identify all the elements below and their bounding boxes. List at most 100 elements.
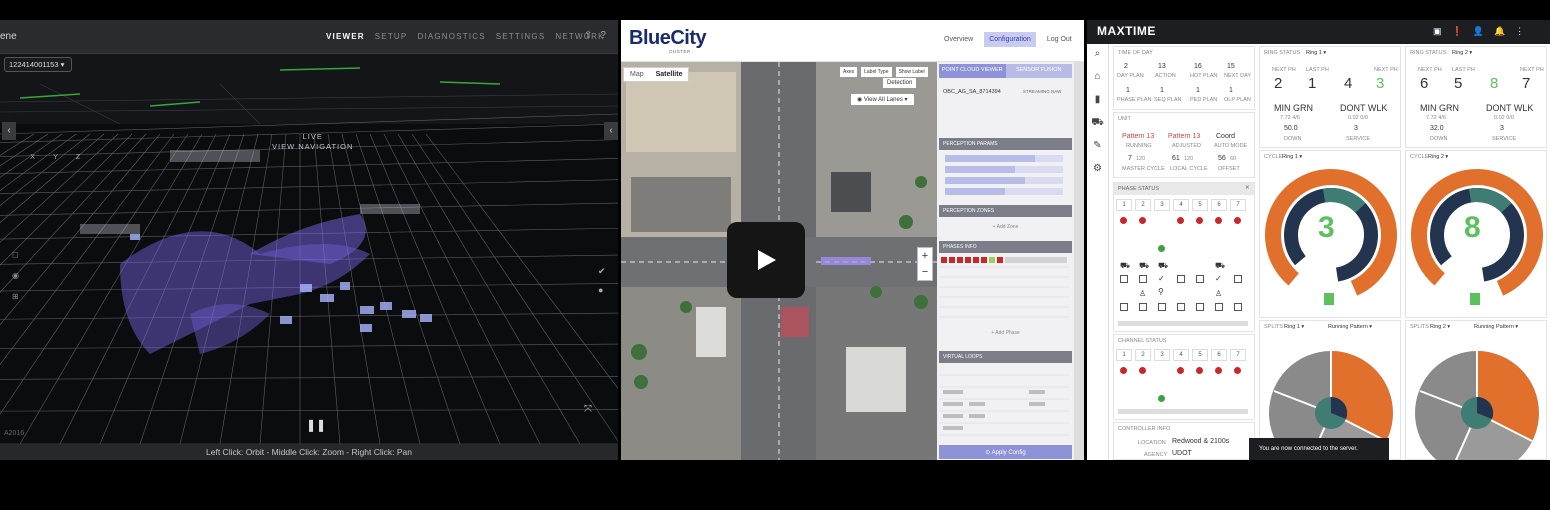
ring2-min-grn-sub: 7.72 4/6 xyxy=(1426,115,1446,121)
phase-1-checkbox[interactable] xyxy=(1120,275,1128,283)
sensor-select[interactable]: 122414001153 ▾ xyxy=(4,57,72,72)
chart-icon[interactable]: ▮ xyxy=(1087,90,1108,113)
phase-6-check-icon[interactable]: ✓ xyxy=(1215,274,1222,283)
tab-sensor-fusion[interactable]: SENSOR FUSION xyxy=(1005,64,1072,78)
nav-viewer[interactable]: VIEWER xyxy=(326,32,365,41)
perception-params-sliders[interactable] xyxy=(939,152,1072,200)
collapse-left-icon[interactable]: ‹ xyxy=(2,122,16,140)
collapse-right-icon[interactable]: ‹ xyxy=(604,122,618,140)
zoom-in-icon[interactable]: + xyxy=(918,248,932,264)
section-virtual-loops[interactable]: VIRTUAL LOOPS xyxy=(939,351,1072,363)
section-phases-info[interactable]: PHASES INFO xyxy=(939,241,1072,253)
zoom-out-icon[interactable]: − xyxy=(918,264,932,280)
ped-3-checkbox[interactable] xyxy=(1158,303,1166,311)
notifications-icon[interactable]: 🔔 xyxy=(1494,26,1505,37)
video-play-button[interactable] xyxy=(727,222,805,298)
unit-offset-label: OFFSET xyxy=(1218,166,1240,172)
label-type-toggle[interactable]: Label Type xyxy=(860,66,893,78)
ped-5-checkbox[interactable] xyxy=(1196,303,1204,311)
layer-icon[interactable]: ◻ xyxy=(12,250,19,259)
grid-icon[interactable]: ⊞ xyxy=(12,292,19,301)
dot-icon[interactable]: ● xyxy=(598,285,606,295)
ring1-val1-label: DOWN xyxy=(1284,136,1302,142)
ring1-cycle-select[interactable]: Ring 1 ▾ xyxy=(1282,154,1302,160)
ring1-dont-wlk: DONT WLK xyxy=(1340,103,1388,113)
nav-overview[interactable]: Overview xyxy=(939,32,978,47)
ped-6-checkbox[interactable] xyxy=(1215,303,1223,311)
phases-table[interactable] xyxy=(939,255,1072,325)
phase-5-checkbox[interactable] xyxy=(1196,275,1204,283)
nav-logout[interactable]: Log Out xyxy=(1042,32,1077,47)
ring2-splits-pattern-select[interactable]: Running Pattern ▾ xyxy=(1474,324,1518,330)
ring2-min-grn: MIN GRN xyxy=(1420,103,1459,113)
phase-status-scrollbar[interactable] xyxy=(1118,321,1248,326)
section-perception-params[interactable]: PERCEPTION PARAMS xyxy=(939,138,1072,150)
car-icon[interactable]: ⛟ xyxy=(1087,113,1108,136)
phase-2-checkbox[interactable] xyxy=(1139,275,1147,283)
ped-1-checkbox[interactable] xyxy=(1120,303,1128,311)
ring2-cycle-select[interactable]: Ring 2 ▾ xyxy=(1428,154,1448,160)
ring1-val2: 3 xyxy=(1354,125,1358,132)
map-tab-map[interactable]: Map xyxy=(624,68,650,81)
nav-setup[interactable]: SETUP xyxy=(375,32,408,41)
show-label-toggle[interactable]: Show Label xyxy=(894,66,929,78)
nav-diagnostics[interactable]: DIAGNOSTICS xyxy=(417,32,485,41)
phase-7-checkbox[interactable] xyxy=(1234,275,1242,283)
detection-toggle[interactable]: Detection xyxy=(883,78,917,88)
map-tab-satellite[interactable]: Satellite xyxy=(650,68,689,81)
ring2-dont-wlk-sub: 0.02 0/0 xyxy=(1494,115,1514,121)
virtual-loops-table[interactable] xyxy=(939,365,1072,441)
channel-status-scrollbar[interactable] xyxy=(1118,409,1248,414)
ring1-last-ph-label: LAST PH xyxy=(1306,67,1329,73)
phase-number-2: 2 xyxy=(1135,199,1151,211)
add-zone-button[interactable]: + Add Zone xyxy=(939,221,1072,233)
ring2-splits-ring-select[interactable]: Ring 2 ▾ xyxy=(1430,324,1450,330)
ring2-val2-label: SERVICE xyxy=(1492,136,1517,142)
camera-icon[interactable]: ◉ xyxy=(12,271,19,280)
ring2-select[interactable]: Ring 2 ▾ xyxy=(1452,50,1472,56)
zoom-control[interactable]: + − xyxy=(917,247,933,281)
tab-point-cloud-viewer[interactable]: POINT CLOUD VIEWER xyxy=(939,64,1006,78)
upload-icon[interactable]: ⇪ xyxy=(584,30,592,41)
search-icon[interactable]: ⌕ xyxy=(1087,44,1108,67)
home-icon[interactable]: ⌂ xyxy=(1087,67,1108,90)
pause-icon[interactable]: ❚❚ xyxy=(306,418,326,432)
more-icon[interactable]: ⋮ xyxy=(1515,26,1524,37)
nav-settings[interactable]: SETTINGS xyxy=(496,32,546,41)
user-icon[interactable]: 👤 xyxy=(1473,26,1484,37)
ring2-next-ph2-label: NEXT PH xyxy=(1520,67,1544,73)
apply-config-button[interactable]: ⊙ Apply Config xyxy=(939,445,1072,459)
panel-scrollbar[interactable] xyxy=(1074,62,1084,460)
phase-status-close-icon[interactable]: ✕ xyxy=(1245,185,1250,191)
vehicle-icon-3: ⛟ xyxy=(1158,261,1169,270)
add-phase-button[interactable]: + Add Phase xyxy=(939,327,1072,339)
satellite-map[interactable]: Map Satellite Axes Label Type Show Label… xyxy=(621,62,937,460)
nav-configuration[interactable]: Configuration xyxy=(984,32,1036,47)
save-icon[interactable]: ▣ xyxy=(1433,26,1442,37)
unit-master-cycle-label: MASTER CYCLE xyxy=(1122,166,1165,172)
help-icon[interactable]: ? xyxy=(600,30,606,41)
gear-icon[interactable]: ⚙ xyxy=(1087,159,1108,182)
ring1-splits-pattern-select[interactable]: Running Pattern ▾ xyxy=(1328,324,1372,330)
axes-toggle[interactable]: Axes xyxy=(839,66,859,78)
ped-7-checkbox[interactable] xyxy=(1234,303,1242,311)
ring1-select[interactable]: Ring 1 ▾ xyxy=(1306,50,1326,56)
ring1-splits-label: SPLITS xyxy=(1264,324,1283,330)
point-cloud-scene[interactable] xyxy=(0,54,618,444)
ring1-splits-ring-select[interactable]: Ring 1 ▾ xyxy=(1284,324,1304,330)
live-label: LIVE xyxy=(302,132,323,141)
phase-3-check-icon[interactable]: ✓ xyxy=(1158,274,1165,283)
wrench-icon[interactable]: ✎ xyxy=(1087,136,1108,159)
ped-4-checkbox[interactable] xyxy=(1177,303,1185,311)
config-panel: POINT CLOUD VIEWER SENSOR FUSION OBC_AG_… xyxy=(937,62,1074,460)
unit-adjusted-label: ADJUSTED xyxy=(1172,143,1202,149)
ring1-next-ph-label: NEXT PH xyxy=(1272,67,1296,73)
check-circle-icon[interactable]: ✔ xyxy=(598,266,606,277)
section-perception-zones[interactable]: PERCEPTION ZONES xyxy=(939,205,1072,217)
view-all-lanes-select[interactable]: ◉ View All Lanes ▾ xyxy=(850,93,915,106)
phase-4-checkbox[interactable] xyxy=(1177,275,1185,283)
ped-2-checkbox[interactable] xyxy=(1139,303,1147,311)
alert-icon[interactable]: ❗ xyxy=(1452,26,1463,37)
streaming-toggle[interactable]: STREAMING RAW xyxy=(1023,89,1061,94)
fullscreen-icon[interactable]: ⤧ xyxy=(584,404,592,415)
